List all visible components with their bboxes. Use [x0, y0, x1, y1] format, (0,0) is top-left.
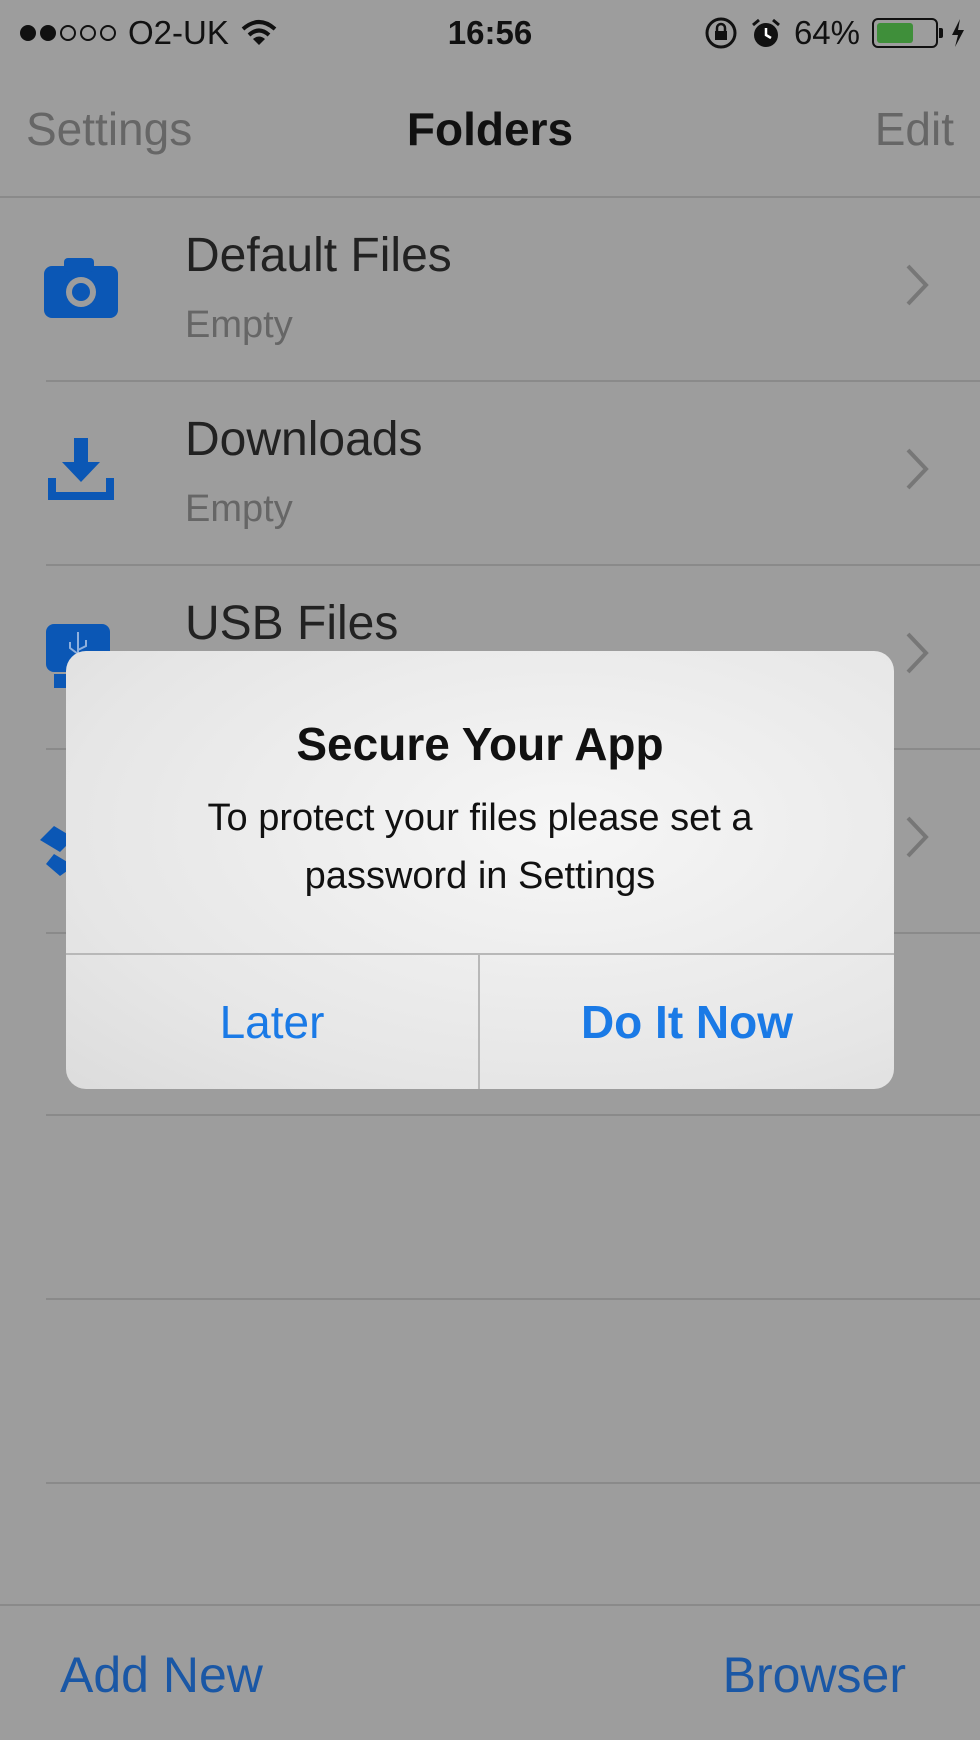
alert-button-row: Later Do It Now — [66, 953, 894, 1089]
browser-button[interactable]: Browser — [723, 1646, 906, 1704]
download-icon — [48, 438, 114, 500]
page-title: Folders — [406, 103, 574, 155]
chevron-right-icon — [906, 264, 929, 306]
alarm-icon — [751, 18, 780, 47]
chevron-right-icon — [906, 448, 929, 490]
folder-name: Default Files — [185, 229, 452, 282]
battery-percent: 64% — [793, 14, 860, 51]
status-bar: O2-UK 16:56 64% — [0, 0, 980, 64]
later-button[interactable]: Later — [66, 955, 480, 1089]
charging-icon — [952, 19, 964, 47]
folder-subtitle: Empty — [185, 304, 293, 346]
bottom-toolbar: Add New Browser — [0, 1604, 980, 1740]
status-right: 64% — [704, 14, 966, 52]
secure-app-alert: Secure Your App To protect your files pl… — [66, 651, 894, 1089]
folder-name: Downloads — [185, 413, 423, 466]
row-separator — [46, 1298, 980, 1300]
folder-name: USB Files — [185, 597, 399, 650]
alert-title: Secure Your App — [296, 718, 664, 770]
battery-fill — [877, 23, 913, 43]
row-separator — [46, 1114, 980, 1116]
battery-icon — [872, 18, 943, 48]
folders-screen: O2-UK 16:56 64% Settings Folders Edit De… — [0, 0, 980, 1740]
do-it-now-button[interactable]: Do It Now — [480, 955, 894, 1089]
chevron-right-icon — [906, 632, 929, 674]
row-separator — [46, 1482, 980, 1484]
folder-subtitle: Empty — [185, 488, 293, 530]
alert-message: To protect your files please set a passw… — [207, 797, 753, 897]
edit-button[interactable]: Edit — [875, 102, 954, 156]
add-new-button[interactable]: Add New — [60, 1646, 263, 1704]
folder-row-default-files[interactable]: Default Files Empty — [0, 198, 980, 382]
chevron-right-icon — [906, 816, 929, 858]
rotation-lock-icon — [705, 17, 737, 49]
navigation-bar: Settings Folders Edit — [0, 64, 980, 198]
folder-row-downloads[interactable]: Downloads Empty — [0, 382, 980, 566]
camera-icon — [44, 258, 118, 318]
